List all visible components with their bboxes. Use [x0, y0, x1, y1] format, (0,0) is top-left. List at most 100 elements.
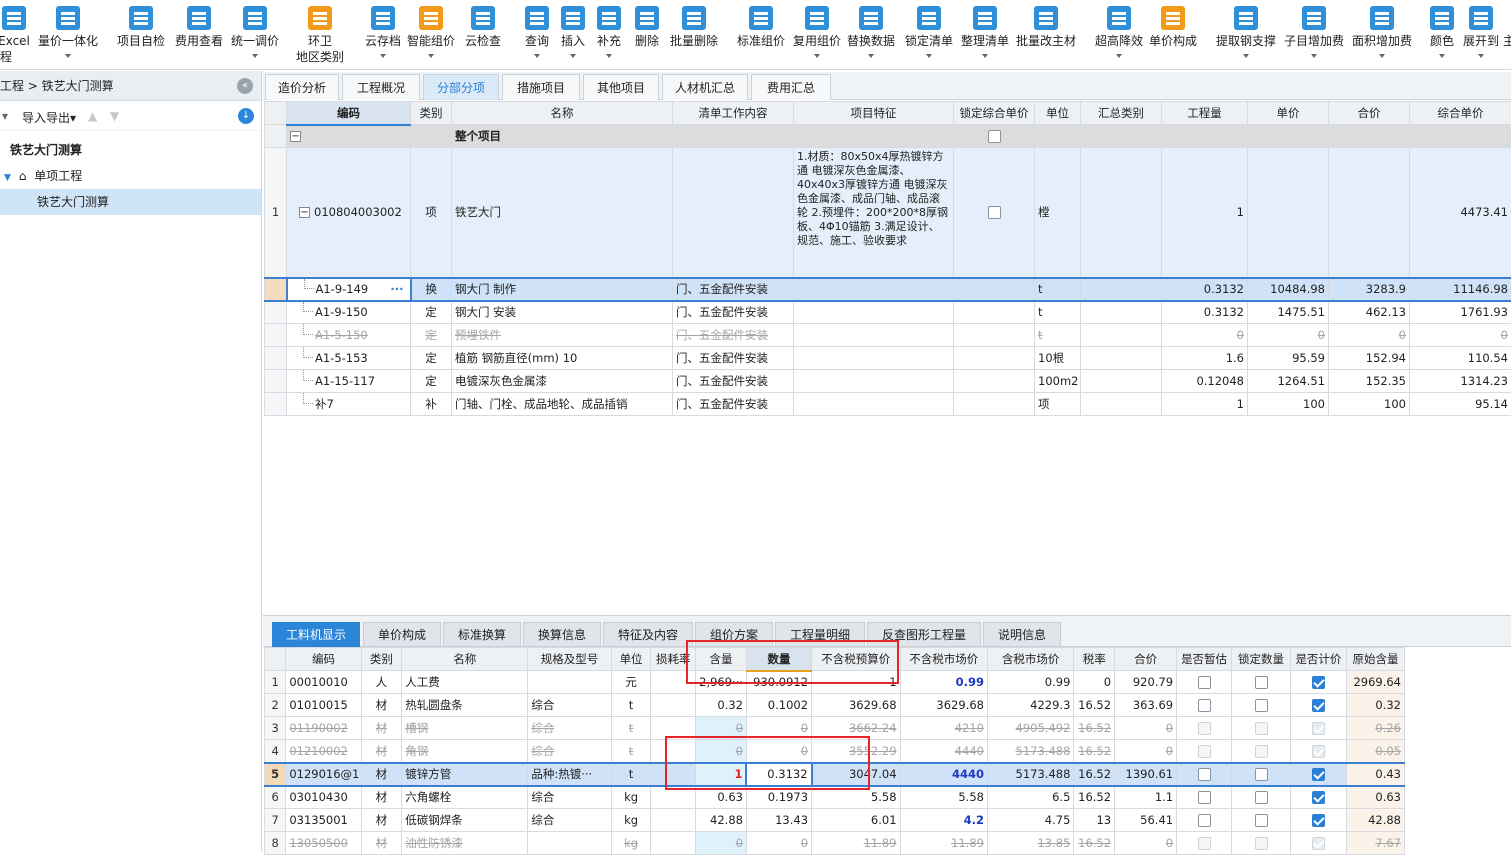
row-number[interactable]: 2 [265, 694, 286, 717]
cell-unit[interactable]: t [611, 694, 651, 717]
cell-type[interactable]: 材 [361, 740, 402, 763]
table-row[interactable]: 50129016@1材镀锌方管品种:热镀···t10.31323047.0444… [265, 763, 1405, 786]
table-cell[interactable]: 95.59 [1248, 347, 1329, 370]
table-cell[interactable] [265, 324, 287, 347]
cell-code[interactable]: 03010430 [286, 786, 361, 809]
table-cell[interactable]: 钢大门 安装 [452, 301, 673, 324]
cell-name[interactable]: 六角螺栓 [402, 786, 528, 809]
tree-item-unit-project[interactable]: 铁艺大门测算 [0, 189, 261, 215]
table-cell[interactable] [1081, 393, 1162, 416]
cell-orig-content[interactable]: 7.67 [1346, 832, 1404, 855]
cell-amount[interactable]: 0 [746, 740, 811, 763]
unit-price-button[interactable]: 单价构成 [1146, 4, 1200, 68]
cell-amount[interactable]: 0.3132 [746, 763, 811, 786]
cell-unit[interactable]: t [611, 740, 651, 763]
cell-amount[interactable]: 0 [746, 717, 811, 740]
row-number[interactable]: 5 [265, 763, 286, 786]
smart-price-button[interactable]: 智能组价 [404, 4, 458, 68]
tab-sub-items[interactable]: 分部分项 [423, 74, 499, 100]
col-summary-type[interactable]: 汇总类别 [1081, 102, 1162, 125]
table-cell[interactable] [265, 393, 287, 416]
cell-market-tax[interactable]: 4.75 [987, 809, 1073, 832]
table-row[interactable]: 603010430材六角螺栓综合kg0.630.19735.585.586.51… [265, 786, 1405, 809]
table-cell[interactable]: 152.94 [1329, 347, 1410, 370]
cell-loss[interactable] [651, 809, 696, 832]
row-number[interactable]: 8 [265, 832, 286, 855]
priced-checkbox[interactable] [1312, 722, 1325, 735]
table-cell[interactable]: 110.54 [1410, 347, 1511, 370]
table-cell[interactable]: 1.6 [1162, 347, 1248, 370]
table-cell[interactable]: 定 [411, 370, 452, 393]
table-cell[interactable]: 门、五金配件安装 [673, 324, 794, 347]
cell-market-tax[interactable]: 6.5 [987, 786, 1073, 809]
cell-tax[interactable]: 16.52 [1074, 740, 1115, 763]
cell-content[interactable]: 0.63 [696, 786, 747, 809]
col-lock-price[interactable]: 锁定综合单价 [954, 102, 1035, 125]
cell-unit[interactable]: kg [611, 832, 651, 855]
tree-item-project[interactable]: 铁艺大门测算 [0, 137, 261, 163]
table-cell[interactable]: 100 [1248, 393, 1329, 416]
organize-list-button[interactable]: 整理清单 [958, 4, 1012, 68]
cell-tax[interactable]: 16.52 [1074, 717, 1115, 740]
sub-item-fee-button[interactable]: 子目增加费 [1282, 4, 1346, 68]
cell-code[interactable]: 01010015 [286, 694, 361, 717]
tree-item-single-project[interactable]: ▼ ⌂ 单项工程 [0, 163, 261, 189]
cell-loss[interactable] [651, 671, 696, 694]
table-cell[interactable]: A1-5-150 [287, 324, 411, 347]
col-unit[interactable]: 单位 [611, 648, 651, 671]
table-cell[interactable]: 100m2 [1035, 370, 1081, 393]
est-checkbox[interactable] [1198, 676, 1211, 689]
tab-quantity-detail[interactable]: 工程量明细 [775, 622, 865, 647]
col-spec[interactable]: 规格及型号 [528, 648, 611, 671]
cell-amount[interactable]: 0.1002 [746, 694, 811, 717]
table-cell[interactable]: 1761.93 [1410, 301, 1511, 324]
col-market-price-tax[interactable]: 含税市场价 [987, 648, 1073, 671]
table-cell[interactable]: 10根 [1035, 347, 1081, 370]
table-cell[interactable] [954, 301, 1035, 324]
replace-data-button[interactable]: 替换数据 [844, 4, 898, 68]
cell-total[interactable]: 56.41 [1115, 809, 1177, 832]
table-cell[interactable]: 0 [1410, 324, 1511, 347]
cell-code[interactable]: 01210002 [286, 740, 361, 763]
cell-type[interactable]: 材 [361, 786, 402, 809]
table-cell[interactable]: 152.35 [1329, 370, 1410, 393]
table-row[interactable]: A1-5-150定预埋铁件门、五金配件安装t0000 [265, 324, 1511, 347]
col-amount[interactable]: 数量 [746, 648, 811, 671]
table-cell[interactable]: 11146.98 [1410, 278, 1511, 301]
cell-tax[interactable]: 16.52 [1074, 832, 1115, 855]
est-checkbox[interactable] [1198, 745, 1211, 758]
lock-checkbox[interactable] [1255, 722, 1268, 735]
cell-budget[interactable]: 3552.29 [812, 740, 900, 763]
cell-content[interactable]: 0 [696, 832, 747, 855]
table-cell[interactable]: 0 [1329, 324, 1410, 347]
table-cell[interactable]: 100 [1329, 393, 1410, 416]
cell-budget[interactable]: 3629.68 [812, 694, 900, 717]
cell-orig-content[interactable]: 42.88 [1346, 809, 1404, 832]
table-cell[interactable]: 换 [411, 278, 452, 301]
table-cell[interactable]: 0 [1248, 324, 1329, 347]
cell-total[interactable]: 920.79 [1115, 671, 1177, 694]
expand-button[interactable]: 展开到 [1460, 4, 1502, 68]
est-checkbox[interactable] [1198, 768, 1211, 781]
table-cell[interactable] [1081, 278, 1162, 301]
cell-spec[interactable]: 综合 [528, 809, 611, 832]
table-cell[interactable]: 植筋 钢筋直径(mm) 10 [452, 347, 673, 370]
tab-fee-summary[interactable]: 费用汇总 [751, 74, 831, 100]
table-cell[interactable]: A1-5-153 [287, 347, 411, 370]
cell-loss[interactable] [651, 717, 696, 740]
table-cell[interactable] [794, 347, 954, 370]
lock-checkbox[interactable] [1255, 768, 1268, 781]
cell-market[interactable]: 4440 [900, 740, 987, 763]
table-cell[interactable] [265, 301, 287, 324]
height-efficiency-button[interactable]: 超高降效 [1092, 4, 1146, 68]
col-estimate[interactable]: 是否暂估 [1177, 648, 1232, 671]
table-cell[interactable] [1081, 324, 1162, 347]
table-cell[interactable]: 项 [1035, 393, 1081, 416]
tab-reverse-lookup[interactable]: 反查图形工程量 [867, 622, 981, 647]
cell-budget[interactable]: 3047.04 [812, 763, 900, 786]
tab-project-overview[interactable]: 工程概况 [342, 74, 420, 100]
cell-content[interactable]: 0.32 [696, 694, 747, 717]
batch-material-button[interactable]: 批量改主材 [1014, 4, 1078, 68]
est-checkbox[interactable] [1198, 722, 1211, 735]
cell-amount[interactable]: 13.43 [746, 809, 811, 832]
